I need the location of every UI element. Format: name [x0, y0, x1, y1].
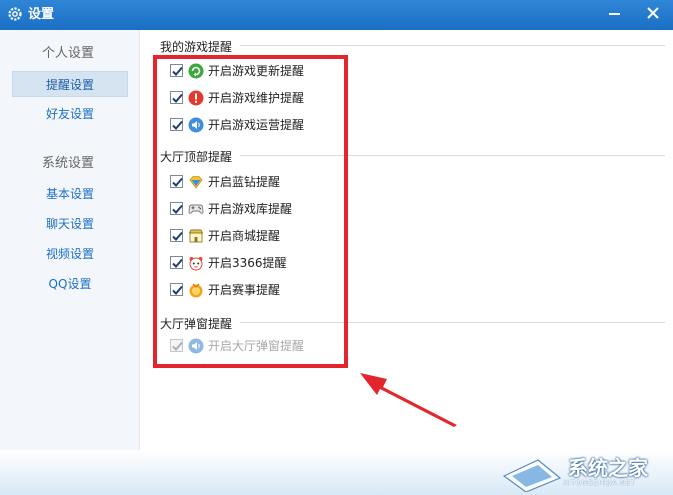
section-divider — [240, 45, 665, 46]
title-bar: 设置 — [0, 0, 673, 30]
sidebar-item-qq[interactable]: QQ设置 — [12, 271, 128, 297]
checkmark-icon — [172, 66, 183, 76]
option-label: 开启大厅弹窗提醒 — [208, 339, 305, 353]
checkbox — [170, 339, 183, 352]
option-label: 开启游戏更新提醒 — [208, 64, 305, 78]
green-refresh-icon — [188, 63, 204, 79]
checkbox[interactable] — [170, 202, 183, 215]
sidebar-group-system: 系统设置 — [42, 156, 95, 171]
option-label: 开启赛事提醒 — [208, 283, 281, 297]
checkbox[interactable] — [170, 256, 183, 269]
blue-diamond-icon — [189, 176, 203, 189]
sidebar-item-reminder[interactable]: 提醒设置 — [12, 71, 128, 97]
option-label: 开启蓝钻提醒 — [208, 175, 281, 189]
sidebar-group-personal: 个人设置 — [42, 46, 95, 61]
red-alert-icon — [188, 90, 204, 106]
section-title-lobby-popup: 大厅弹窗提醒 — [160, 317, 233, 331]
option-label: 开启3366提醒 — [208, 256, 287, 270]
checkmark-icon — [172, 120, 183, 130]
close-icon — [647, 7, 659, 19]
sidebar-item-chat[interactable]: 聊天设置 — [12, 211, 128, 237]
checkbox[interactable] — [170, 91, 183, 104]
minimize-icon — [609, 13, 620, 15]
checkbox[interactable] — [170, 175, 183, 188]
close-button[interactable] — [635, 0, 671, 26]
checkbox[interactable] — [170, 118, 183, 131]
blue-speaker-icon — [188, 338, 204, 354]
checkmark-icon — [172, 204, 183, 214]
window-title: 设置 — [28, 7, 55, 22]
option-label: 开启游戏运营提醒 — [208, 118, 305, 132]
option-label: 开启商城提醒 — [208, 229, 281, 243]
option-label: 开启游戏维护提醒 — [208, 91, 305, 105]
shop-icon — [188, 229, 204, 243]
sidebar-item-basic[interactable]: 基本设置 — [12, 181, 128, 207]
sidebar-item-video[interactable]: 视频设置 — [12, 241, 128, 267]
checkmark-icon — [172, 285, 183, 295]
checkmark-icon — [172, 93, 183, 103]
section-divider — [240, 322, 665, 323]
gear-icon — [8, 7, 22, 21]
trophy-icon — [189, 283, 203, 298]
panda-icon — [189, 257, 203, 271]
section-divider — [240, 155, 665, 156]
settings-sidebar: 个人设置 提醒设置 好友设置 系统设置 基本设置 聊天设置 视频设置 QQ设置 — [0, 30, 140, 450]
watermark-subtext: XITONGZHIJIA.NET — [563, 479, 636, 487]
watermark-text: 系统之家 — [568, 456, 648, 480]
red-arrow-icon — [360, 373, 457, 427]
checkmark-icon — [172, 341, 183, 351]
section-title-my-games: 我的游戏提醒 — [160, 40, 233, 54]
gamepad-icon — [188, 204, 204, 214]
checkbox[interactable] — [170, 283, 183, 296]
option-label: 开启游戏库提醒 — [208, 202, 293, 216]
minimize-button[interactable] — [597, 0, 633, 26]
checkmark-icon — [172, 258, 183, 268]
section-title-lobby-top: 大厅顶部提醒 — [160, 150, 233, 164]
checkmark-icon — [172, 231, 183, 241]
blue-speaker-icon — [188, 117, 204, 133]
checkbox[interactable] — [170, 64, 183, 77]
sidebar-item-friends[interactable]: 好友设置 — [12, 101, 128, 127]
checkmark-icon — [172, 177, 183, 187]
checkbox[interactable] — [170, 229, 183, 242]
